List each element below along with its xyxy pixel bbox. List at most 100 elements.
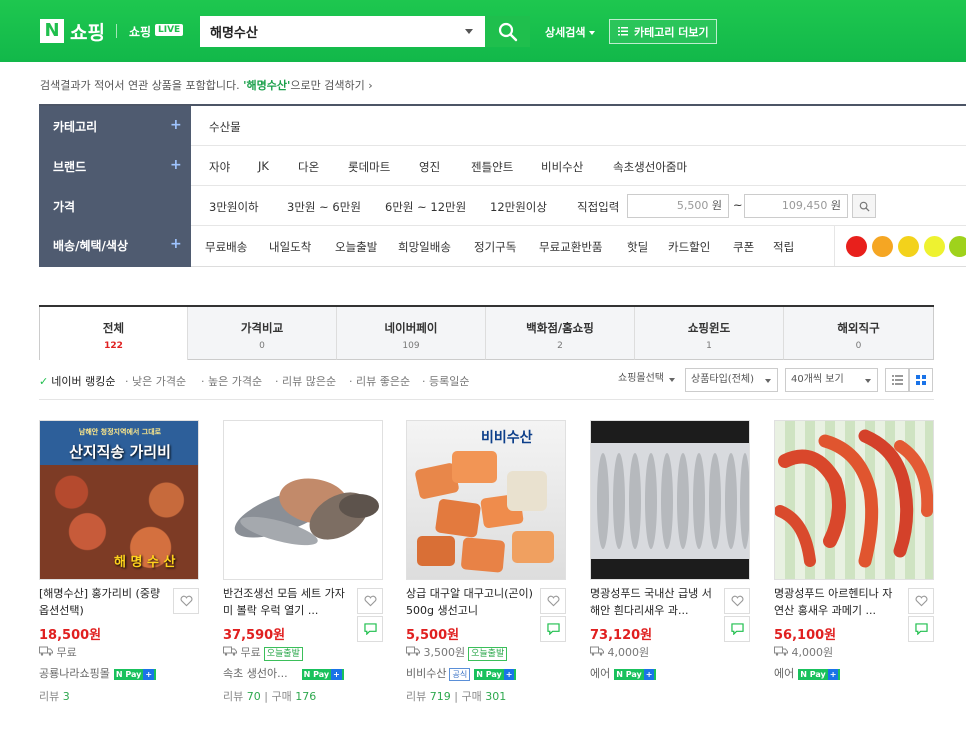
filter-label-brand: 브랜드: [53, 160, 87, 174]
npay-plus: +: [643, 668, 655, 680]
wishlist-button[interactable]: [540, 588, 566, 614]
search-dropdown-icon[interactable]: [465, 29, 473, 34]
tab-shopping-window[interactable]: 쇼핑윈도 1: [635, 307, 784, 360]
mall-select-dropdown[interactable]: 쇼핑몰선택: [613, 368, 681, 392]
delivery-item[interactable]: 오늘출발: [335, 239, 377, 255]
expand-delivery-icon[interactable]: +: [170, 236, 182, 252]
purchase-label: 구매: [461, 690, 482, 703]
price-range-item[interactable]: 3만원 ~ 6만원: [287, 199, 361, 215]
sort-label: 리뷰 많은순: [282, 375, 337, 388]
color-swatch-red[interactable]: [846, 236, 867, 257]
product-title[interactable]: 명광성푸드 아르헨티나 자연산 홍새우 과메기 ...: [774, 585, 902, 621]
product-title[interactable]: 반건조생선 모듬 세트 가자미 볼락 우럭 열기 ...: [223, 585, 351, 621]
live-badge[interactable]: LIVE: [155, 24, 184, 36]
max-price-input[interactable]: 109,450 원: [744, 194, 848, 218]
seller-name[interactable]: 공룡나라쇼핑몰: [39, 667, 110, 680]
tab-department-store[interactable]: 백화점/홈쇼핑 2: [486, 307, 635, 360]
min-price-input[interactable]: 5,500 원: [627, 194, 729, 218]
wishlist-button[interactable]: [173, 588, 199, 614]
sort-ranking[interactable]: ✓ 네이버 랭킹순: [39, 373, 115, 389]
product-image[interactable]: [590, 420, 750, 580]
page-size-dropdown[interactable]: 40개씩 보기: [785, 368, 878, 392]
grid-view-button[interactable]: [909, 368, 933, 392]
color-swatch-lime[interactable]: [949, 236, 966, 257]
talk-button[interactable]: [357, 616, 383, 642]
review-count[interactable]: 3: [63, 690, 70, 703]
search-input[interactable]: [202, 18, 452, 45]
wishlist-button[interactable]: [724, 588, 750, 614]
product-title[interactable]: 상급 대구알 대구고니(곤이) 500g 생선고니: [406, 585, 534, 621]
review-count[interactable]: 70: [247, 690, 261, 703]
sort-high-price[interactable]: · 높은 가격순: [201, 373, 262, 389]
brand-item[interactable]: JK: [258, 159, 269, 173]
price-range-item[interactable]: 12만원이상: [490, 199, 547, 215]
tab-count: 0: [259, 341, 265, 351]
talk-button[interactable]: [908, 616, 934, 642]
brand-item[interactable]: 영진: [419, 159, 440, 175]
search-button[interactable]: [485, 16, 530, 47]
talk-button[interactable]: [540, 616, 566, 642]
color-swatch-yellow[interactable]: [898, 236, 919, 257]
expand-brand-icon[interactable]: +: [170, 157, 182, 173]
delivery-item[interactable]: 카드할인: [668, 239, 710, 255]
delivery-item[interactable]: 무료교환반품: [539, 239, 602, 255]
filter-labels: 카테고리 + 브랜드 + 가격 배송/혜택/색상 +: [39, 106, 191, 267]
sort-newest[interactable]: · 등록일순: [422, 373, 469, 389]
seller-name[interactable]: 속초 생선아...: [223, 667, 288, 680]
tab-overseas[interactable]: 해외직구 0: [784, 307, 934, 360]
price-range-item[interactable]: 6만원 ~ 12만원: [385, 199, 466, 215]
delivery-item[interactable]: 희망일배송: [398, 239, 451, 255]
color-swatch-orange[interactable]: [872, 236, 893, 257]
delivery-item[interactable]: 쿠폰: [733, 239, 754, 255]
product-image[interactable]: [774, 420, 934, 580]
wishlist-button[interactable]: [357, 588, 383, 614]
advanced-search-button[interactable]: 상세검색: [545, 24, 596, 40]
sort-low-price[interactable]: · 낮은 가격순: [125, 373, 186, 389]
price-search-button[interactable]: [852, 194, 876, 218]
tab-naverpay[interactable]: 네이버페이 109: [337, 307, 486, 360]
exact-search-link[interactable]: 으로만 검색하기 ›: [290, 79, 372, 92]
truck-icon: [406, 646, 420, 656]
exact-search-keyword[interactable]: '해명수산': [243, 79, 290, 92]
brand-item[interactable]: 다온: [298, 159, 319, 175]
brand-item[interactable]: 속초생선아줌마: [613, 159, 687, 175]
shopping-logo-text[interactable]: 쇼핑: [70, 18, 105, 45]
product-image[interactable]: [223, 420, 383, 580]
brand-item[interactable]: 젠틀얀트: [471, 159, 513, 175]
product-image[interactable]: 남해안 청정지역에서 그대로 산지직송 가리비 해 명 수 산: [39, 420, 199, 580]
product-title[interactable]: 명광성푸드 국내산 급냉 서해안 흰다리새우 과...: [590, 585, 718, 621]
image-caption-brand: 해 명 수 산: [114, 555, 176, 570]
seller-name[interactable]: 에어: [774, 667, 794, 680]
delivery-item[interactable]: 내일도착: [269, 239, 311, 255]
product-image[interactable]: 비비수산: [406, 420, 566, 580]
product-title[interactable]: [해명수산] 홍가리비 (중량 옵션선택): [39, 585, 167, 621]
talk-button[interactable]: [724, 616, 750, 642]
tab-all[interactable]: 전체 122: [39, 307, 188, 360]
category-more-button[interactable]: 카테고리 더보기: [609, 19, 717, 44]
color-swatch-lemon[interactable]: [924, 236, 945, 257]
seller-name[interactable]: 비비수산: [406, 667, 446, 680]
seller-name[interactable]: 에어: [590, 667, 610, 680]
brand-item[interactable]: 비비수산: [541, 159, 583, 175]
category-item[interactable]: 수산물: [209, 119, 241, 135]
logo-divider: [116, 24, 117, 38]
brand-item[interactable]: 자야: [209, 159, 230, 175]
review-count[interactable]: 719: [430, 690, 451, 703]
expand-category-icon[interactable]: +: [170, 117, 182, 133]
price-range-item[interactable]: 3만원이하: [209, 199, 259, 215]
delivery-item[interactable]: 정기구독: [474, 239, 516, 255]
related-results-notice: 검색결과가 적어서 연관 상품을 포함합니다. '해명수산'으로만 검색하기 ›: [40, 77, 373, 93]
delivery-item[interactable]: 핫딜: [627, 239, 648, 255]
naver-logo-icon[interactable]: N: [40, 19, 64, 43]
shopping-live-text[interactable]: 쇼핑: [129, 23, 151, 40]
wishlist-button[interactable]: [908, 588, 934, 614]
product-card: 명광성푸드 아르헨티나 자연산 홍새우 과메기 ... 56,100원 4,00…: [774, 420, 934, 680]
sort-review-score[interactable]: · 리뷰 좋은순: [349, 373, 410, 389]
brand-item[interactable]: 롯데마트: [348, 159, 390, 175]
sort-review-count[interactable]: · 리뷰 많은순: [275, 373, 336, 389]
tab-price-compare[interactable]: 가격비교 0: [188, 307, 337, 360]
product-type-dropdown[interactable]: 상품타입(전체): [685, 368, 778, 392]
list-view-button[interactable]: [885, 368, 909, 392]
delivery-item[interactable]: 무료배송: [205, 239, 247, 255]
delivery-item[interactable]: 적립: [773, 239, 794, 255]
